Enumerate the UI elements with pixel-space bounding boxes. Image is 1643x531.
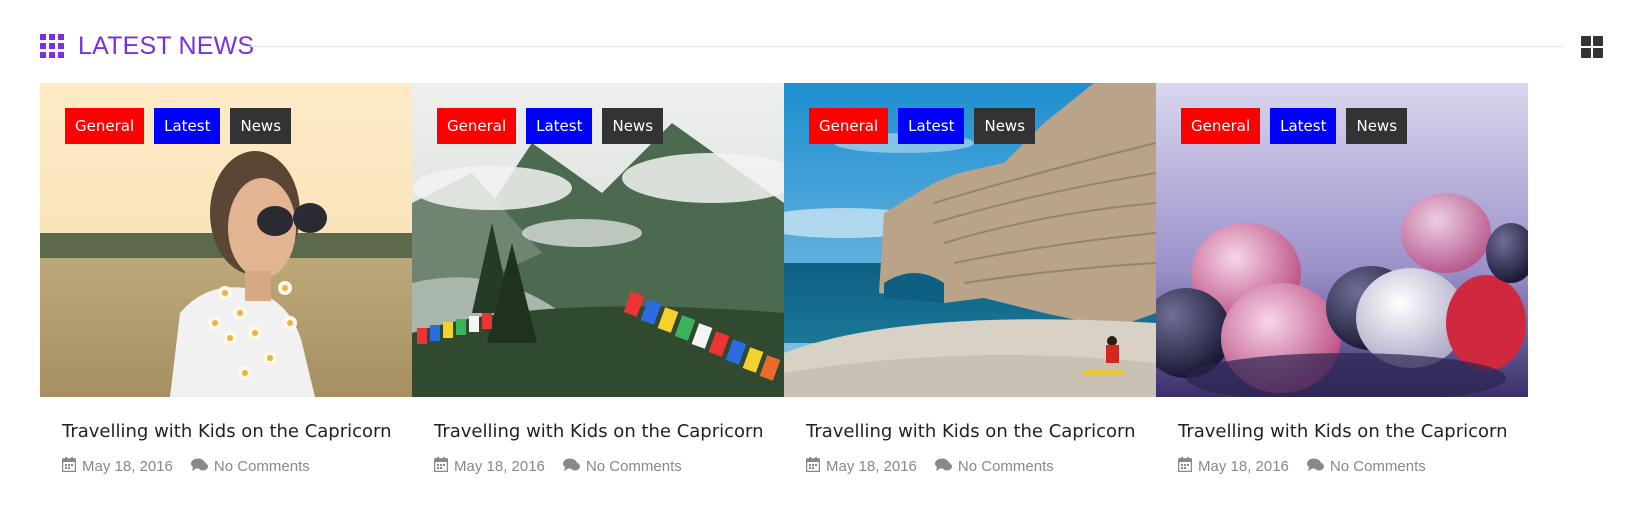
post-title-link[interactable]: Travelling with Kids on the Capricorn [62,421,392,442]
news-card: General Latest News Travelling with Kids… [784,83,1156,475]
tag-general[interactable]: General [1181,108,1261,144]
post-comments-link[interactable]: No Comments [958,458,1054,475]
tag-news[interactable]: News [230,108,292,144]
tag-list: General Latest News [1181,108,1408,144]
post-meta: May 18, 2016 No Comments [805,457,1054,476]
post-meta: May 18, 2016 No Comments [433,457,682,476]
post-title-link[interactable]: Travelling with Kids on the Capricorn [1178,421,1508,442]
calendar-icon [433,457,449,476]
comments-icon [562,458,580,476]
tag-news[interactable]: News [974,108,1036,144]
comments-icon [934,458,952,476]
tag-list: General Latest News [437,108,664,144]
section-title: LATEST NEWS [78,32,255,60]
post-comments-link[interactable]: No Comments [586,458,682,475]
tag-general[interactable]: General [437,108,517,144]
news-card: General Latest News Travelling with Kids… [1156,83,1528,475]
tag-latest[interactable]: Latest [1270,108,1337,144]
comments-icon [1306,458,1324,476]
news-card: General Latest News Travelling with Kids… [412,83,784,475]
mountain-prayer-flags-photo[interactable]: General Latest News [412,83,784,397]
tag-latest[interactable]: Latest [154,108,221,144]
comments-icon [190,458,208,476]
calendar-icon [1177,457,1193,476]
calendar-icon [61,457,77,476]
tag-latest[interactable]: Latest [898,108,965,144]
tag-general[interactable]: General [65,108,145,144]
tag-list: General Latest News [65,108,292,144]
grid-dots-icon [40,34,66,58]
section-header: LATEST NEWS [40,28,1603,64]
tag-news[interactable]: News [1346,108,1408,144]
woman-with-flowers-photo[interactable]: General Latest News [40,83,412,397]
grid-view-icon[interactable] [1581,36,1603,58]
post-date: May 18, 2016 [82,458,173,475]
post-comments-link[interactable]: No Comments [1330,458,1426,475]
post-date: May 18, 2016 [1198,458,1289,475]
calendar-icon [805,457,821,476]
tag-latest[interactable]: Latest [526,108,593,144]
tag-list: General Latest News [809,108,1036,144]
tag-news[interactable]: News [602,108,664,144]
post-title-link[interactable]: Travelling with Kids on the Capricorn [806,421,1136,442]
frozen-berries-photo[interactable]: General Latest News [1156,83,1528,397]
post-date: May 18, 2016 [826,458,917,475]
post-meta: May 18, 2016 No Comments [61,457,310,476]
tag-general[interactable]: General [809,108,889,144]
post-title-link[interactable]: Travelling with Kids on the Capricorn [434,421,764,442]
header-divider [248,46,1563,47]
post-meta: May 18, 2016 No Comments [1177,457,1426,476]
cliff-beach-photo[interactable]: General Latest News [784,83,1156,397]
news-card: General Latest News Travelling with Kids… [40,83,412,475]
post-comments-link[interactable]: No Comments [214,458,310,475]
post-date: May 18, 2016 [454,458,545,475]
